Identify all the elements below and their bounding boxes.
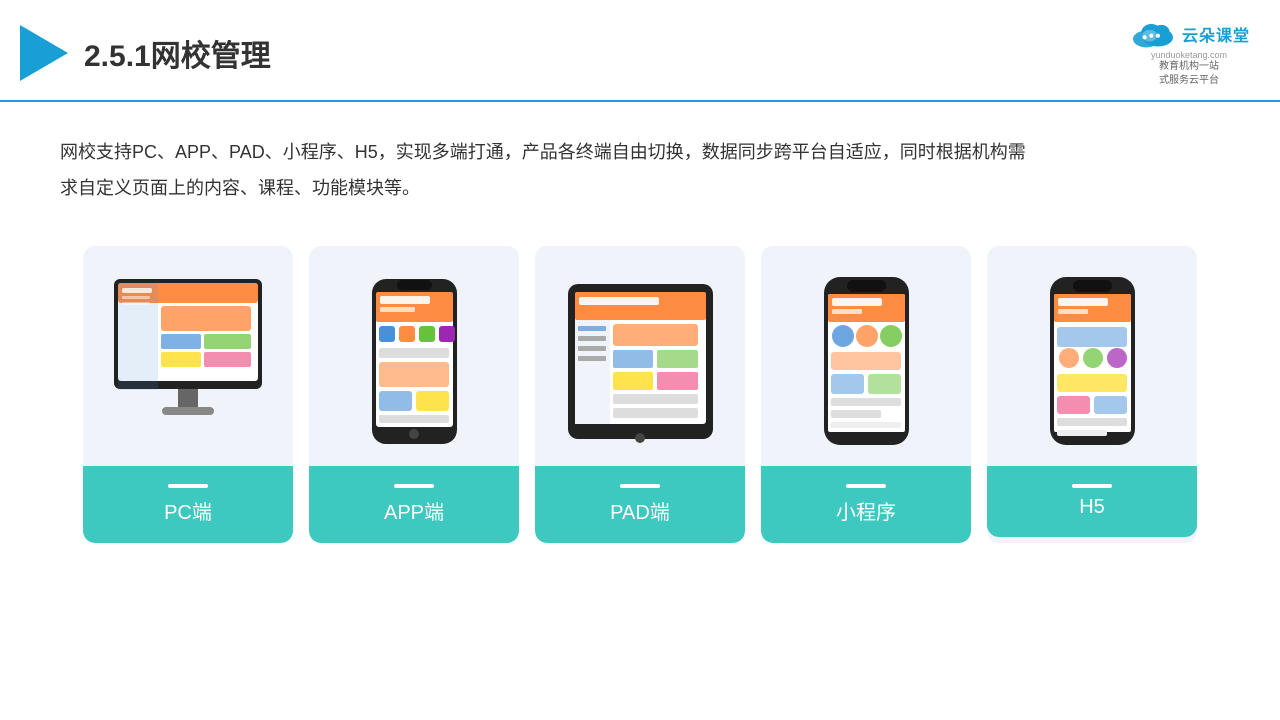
h5-image — [987, 246, 1197, 466]
miniprogram-phone-illustration — [819, 274, 914, 449]
app-image — [309, 246, 519, 466]
header-right: 云朵课堂 yunduoketang.com 教育机构一站式服务云平台 — [1128, 18, 1250, 88]
brand-logo: 云朵课堂 yunduoketang.com 教育机构一站式服务云平台 — [1128, 18, 1250, 88]
pad-tablet-illustration — [563, 274, 718, 449]
miniprogram-image — [761, 246, 971, 466]
h5-label: H5 — [987, 466, 1197, 537]
page-title: 2.5.1网校管理 — [84, 31, 271, 75]
pad-image — [535, 246, 745, 466]
brand-url: yunduoketang.com — [1151, 50, 1227, 60]
brand-name: 云朵课堂 — [1182, 22, 1250, 46]
miniprogram-label: 小程序 — [761, 466, 971, 543]
app-label: APP端 — [309, 466, 519, 543]
pad-label: PAD端 — [535, 466, 745, 543]
pc-monitor-illustration — [104, 274, 272, 449]
logo-triangle-icon — [20, 25, 68, 81]
header-left: 2.5.1网校管理 — [20, 25, 271, 81]
h5-card: H5 — [987, 246, 1197, 543]
app-phone-illustration — [367, 274, 462, 449]
pc-label: PC端 — [83, 466, 293, 543]
pc-card: PC端 — [83, 246, 293, 543]
miniprogram-card: 小程序 — [761, 246, 971, 543]
pad-card: PAD端 — [535, 246, 745, 543]
page-header: 2.5.1网校管理 云朵课堂 yunduok — [0, 0, 1280, 102]
platform-cards: PC端 — [0, 226, 1280, 563]
cloud-icon — [1128, 18, 1178, 50]
description-text: 网校支持PC、APP、PAD、小程序、H5，实现多端打通，产品各终端自由切换，数… — [0, 102, 1100, 226]
brand-tagline: 教育机构一站式服务云平台 — [1159, 60, 1219, 88]
app-card: APP端 — [309, 246, 519, 543]
h5-phone-illustration — [1045, 274, 1140, 449]
pc-image — [83, 246, 293, 466]
